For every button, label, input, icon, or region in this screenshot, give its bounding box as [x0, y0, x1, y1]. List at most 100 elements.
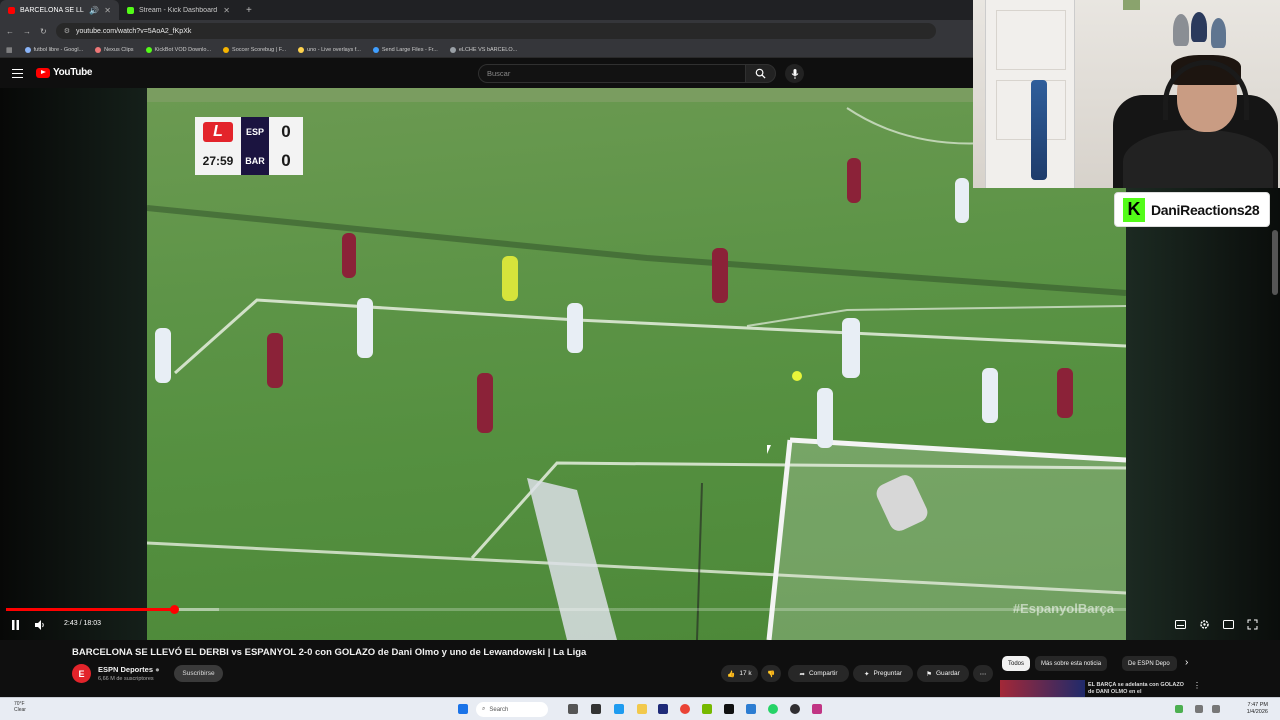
player-figure: [155, 328, 171, 383]
volume-icon[interactable]: [35, 620, 46, 630]
bookmark-item[interactable]: eLCHE VS bARCELO...: [449, 46, 517, 53]
thumbs-down-icon: 👎: [766, 670, 776, 678]
player-figure: [342, 233, 356, 278]
kick-logo-icon: K: [1123, 197, 1145, 222]
weather-widget[interactable]: 70°F Clear: [14, 701, 26, 713]
tray-app-icon[interactable]: [1175, 705, 1183, 713]
hamburger-menu-icon[interactable]: [12, 69, 23, 78]
wall-frame: [1123, 0, 1140, 10]
player-figure: [712, 248, 728, 303]
instagram-icon[interactable]: [812, 704, 822, 714]
recommendation-thumbnail[interactable]: [1000, 680, 1085, 697]
windows-start-icon[interactable]: [458, 704, 468, 714]
after-effects-icon[interactable]: [658, 704, 668, 714]
mouse-cursor-icon: [767, 445, 771, 454]
youtube-logo[interactable]: YouTube: [36, 67, 93, 78]
capcut-icon[interactable]: [724, 704, 734, 714]
webcam-overlay: [973, 0, 1280, 188]
bookmark-item[interactable]: futbol libre - Googl...: [24, 46, 83, 53]
taskbar-search[interactable]: ⌕ Search: [476, 702, 548, 717]
url-field[interactable]: ⚙ youtube.com/watch?v=5AoA2_fKpXk: [55, 23, 936, 39]
chip-related-news[interactable]: Más sobre esta noticia: [1035, 656, 1108, 671]
back-icon[interactable]: ←: [6, 27, 14, 36]
whatsapp-icon[interactable]: [768, 704, 778, 714]
theater-mode-icon[interactable]: [1223, 620, 1234, 629]
pause-icon[interactable]: [11, 620, 20, 630]
close-tab-icon[interactable]: ✕: [223, 6, 230, 15]
cap-icon: [1211, 18, 1226, 48]
wifi-icon[interactable]: [1195, 705, 1203, 713]
site-info-icon[interactable]: ⚙: [64, 27, 70, 35]
door-background: [985, 0, 1075, 188]
subtitles-icon[interactable]: [1175, 620, 1186, 629]
youtube-favicon-icon: [8, 6, 15, 14]
more-actions-button[interactable]: ⋯: [973, 665, 993, 682]
tab-title: BARCELONA SE LLEVÓ EL D: [20, 6, 84, 14]
new-tab-button[interactable]: +: [238, 0, 260, 20]
tab-youtube[interactable]: BARCELONA SE LLEVÓ EL D 🔊 ✕: [0, 0, 119, 20]
cap-icon: [1173, 14, 1189, 46]
player-figure: [955, 178, 969, 223]
subscribe-button[interactable]: Suscribirse: [174, 665, 223, 682]
player-figure: [477, 373, 493, 433]
scrubber-handle[interactable]: [170, 605, 179, 614]
time-display: 2:43 / 18:03: [64, 620, 101, 627]
page-scrollbar[interactable]: [1272, 230, 1278, 295]
chips-next-icon[interactable]: ›: [1185, 657, 1188, 668]
apps-icon[interactable]: ▦: [6, 46, 13, 54]
widgets-icon[interactable]: [591, 704, 601, 714]
ask-button[interactable]: ✦ Preguntar: [853, 665, 913, 682]
file-explorer-icon[interactable]: [637, 704, 647, 714]
chip-all[interactable]: Todos: [1002, 656, 1031, 671]
bookmark-item[interactable]: Soccer Scorebug | F...: [223, 46, 286, 53]
search-button[interactable]: [745, 64, 776, 83]
voice-search-button[interactable]: [785, 64, 804, 83]
chip-from-channel[interactable]: De ESPN Depo: [1122, 656, 1177, 671]
more-horizontal-icon: ⋯: [979, 670, 987, 678]
like-button[interactable]: 👍 17 k: [721, 665, 758, 682]
tab-kick-dashboard[interactable]: Stream - Kick Dashboard ✕: [119, 0, 238, 20]
forward-icon[interactable]: →: [23, 27, 31, 36]
search-input[interactable]: Buscar: [478, 64, 746, 83]
settings-gear-icon[interactable]: [1199, 619, 1210, 630]
obs-icon[interactable]: [790, 704, 800, 714]
player-figure: [502, 256, 518, 301]
cap-icon: [1191, 12, 1207, 42]
bookmark-item[interactable]: uno - Live overlays f...: [298, 46, 361, 53]
player-figure: [847, 158, 861, 203]
streamer-body: [1123, 130, 1273, 188]
recommendation-menu-icon[interactable]: ⋮: [1193, 681, 1201, 690]
sound-icon[interactable]: [1212, 705, 1220, 713]
close-tab-icon[interactable]: ✕: [104, 6, 111, 15]
home-goals: 0: [269, 117, 303, 146]
verified-badge-icon: ●: [155, 665, 160, 674]
nexus-icon: [95, 46, 102, 53]
recommendation-title[interactable]: EL BARÇA se adelanta con GOLAZO de DANI …: [1088, 682, 1188, 696]
reload-icon[interactable]: ↻: [40, 27, 47, 36]
bookmark-item[interactable]: Nexus Clips: [95, 46, 134, 53]
dislike-button[interactable]: 👎: [761, 665, 781, 682]
share-icon: ➦: [799, 670, 805, 678]
played-bar: [6, 608, 174, 611]
task-view-icon[interactable]: [568, 704, 578, 714]
edge-icon[interactable]: [614, 704, 624, 714]
photos-icon[interactable]: [746, 704, 756, 714]
laliga-logo-icon: L: [203, 121, 233, 142]
progress-bar[interactable]: [6, 605, 1126, 614]
microphone-icon: [791, 68, 798, 79]
channel-name[interactable]: ESPN Deportes ●: [98, 665, 160, 674]
streamer-channel-name: DaniReactions28: [1151, 201, 1260, 218]
system-clock[interactable]: 7:47 PM 1/4/2026: [1247, 702, 1268, 716]
away-goals: 0: [269, 146, 303, 175]
player-figure: [1057, 368, 1073, 418]
nvidia-icon[interactable]: [702, 704, 712, 714]
channel-avatar[interactable]: E: [72, 664, 91, 683]
share-button[interactable]: ➦ Compartir: [788, 665, 849, 682]
fullscreen-icon[interactable]: [1247, 619, 1258, 630]
match-clock: 27:59: [195, 146, 241, 175]
save-button[interactable]: ⚑ Guardar: [917, 665, 969, 682]
bookmark-item[interactable]: Send Large Files - Fr...: [372, 46, 438, 53]
bookmark-item[interactable]: KickBot VOD Downlo...: [145, 46, 211, 53]
chrome-icon[interactable]: [680, 704, 690, 714]
bookmark-icon: ⚑: [926, 670, 932, 678]
